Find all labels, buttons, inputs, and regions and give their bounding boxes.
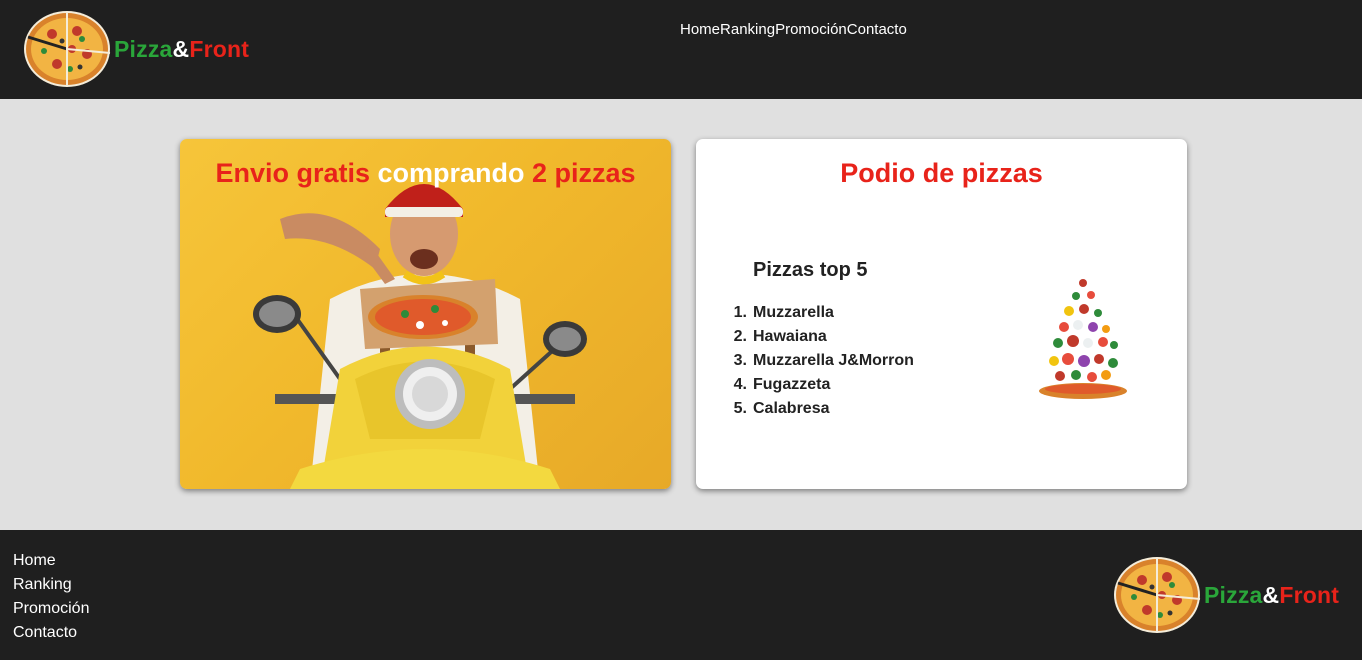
list-item-label: Muzzarella (753, 304, 834, 321)
site-header: Pizza&Front Home Ranking Promoción Conta… (0, 0, 1362, 99)
list-item: 1. Muzzarella (726, 301, 914, 325)
pizza-logo-icon (24, 11, 111, 87)
footer-link-contacto[interactable]: Contacto (13, 623, 89, 647)
brand-name: Pizza&Front (1204, 582, 1339, 609)
nav-link-home[interactable]: Home (680, 21, 720, 38)
promo-title-part2: comprando (377, 158, 532, 188)
delivery-scooter-image (253, 184, 587, 489)
promo-card: Envio gratis comprando 2 pizzas (180, 139, 671, 489)
promo-title: Envio gratis comprando 2 pizzas (180, 158, 671, 189)
footer-link-home[interactable]: Home (13, 551, 89, 575)
top-pizza-list: 1. Muzzarella 2. Hawaiana 3. Muzzarella J&M… (726, 301, 914, 421)
promo-title-part3: 2 pizzas (532, 158, 636, 188)
list-item-label: Calabresa (753, 400, 830, 417)
list-item-number: 3. (733, 352, 747, 369)
list-item-number: 2. (733, 328, 747, 345)
promo-title-part1: Envio gratis (215, 158, 378, 188)
footer-nav: Home Ranking Promoción Contacto (13, 551, 89, 647)
nav-link-ranking[interactable]: Ranking (720, 21, 775, 38)
list-item: 5. Calabresa (726, 397, 914, 421)
brand-name-part2: Front (1279, 581, 1340, 608)
list-item: 3. Muzzarella J&Morron (726, 349, 914, 373)
list-item-label: Muzzarella J&Morron (753, 352, 914, 369)
list-item-label: Fugazzeta (753, 376, 831, 393)
footer-brand-logo[interactable]: Pizza&Front (1112, 555, 1339, 635)
brand-name-part1: Pizza (1204, 581, 1263, 608)
brand-name-part1: Pizza (114, 35, 173, 62)
nav-link-promocion[interactable]: Promoción (775, 21, 847, 38)
main-nav: Home Ranking Promoción Contacto (680, 21, 907, 38)
footer-link-ranking[interactable]: Ranking (13, 575, 89, 599)
list-item-number: 5. (733, 400, 747, 417)
brand-name-amp: & (1262, 581, 1280, 608)
list-item: 2. Hawaiana (726, 325, 914, 349)
list-item: 4. Fugazzeta (726, 373, 914, 397)
brand-name-part2: Front (189, 35, 250, 62)
pizza-logo-icon (1114, 557, 1201, 633)
flying-pizza-image (1039, 279, 1127, 399)
podio-title: Podio de pizzas (840, 158, 1043, 188)
list-item-number: 1. (733, 304, 747, 321)
nav-link-contacto[interactable]: Contacto (847, 21, 907, 38)
brand-name: Pizza&Front (114, 36, 249, 63)
brand-logo[interactable]: Pizza&Front (22, 9, 249, 89)
brand-name-amp: & (172, 35, 190, 62)
list-item-number: 4. (733, 376, 747, 393)
top-list-title: Pizzas top 5 (753, 259, 868, 281)
list-item-label: Hawaiana (753, 328, 827, 345)
footer-link-promocion[interactable]: Promoción (13, 599, 89, 623)
podio-card: Podio de pizzas Pizzas top 5 1. Muzzarell… (696, 139, 1187, 489)
